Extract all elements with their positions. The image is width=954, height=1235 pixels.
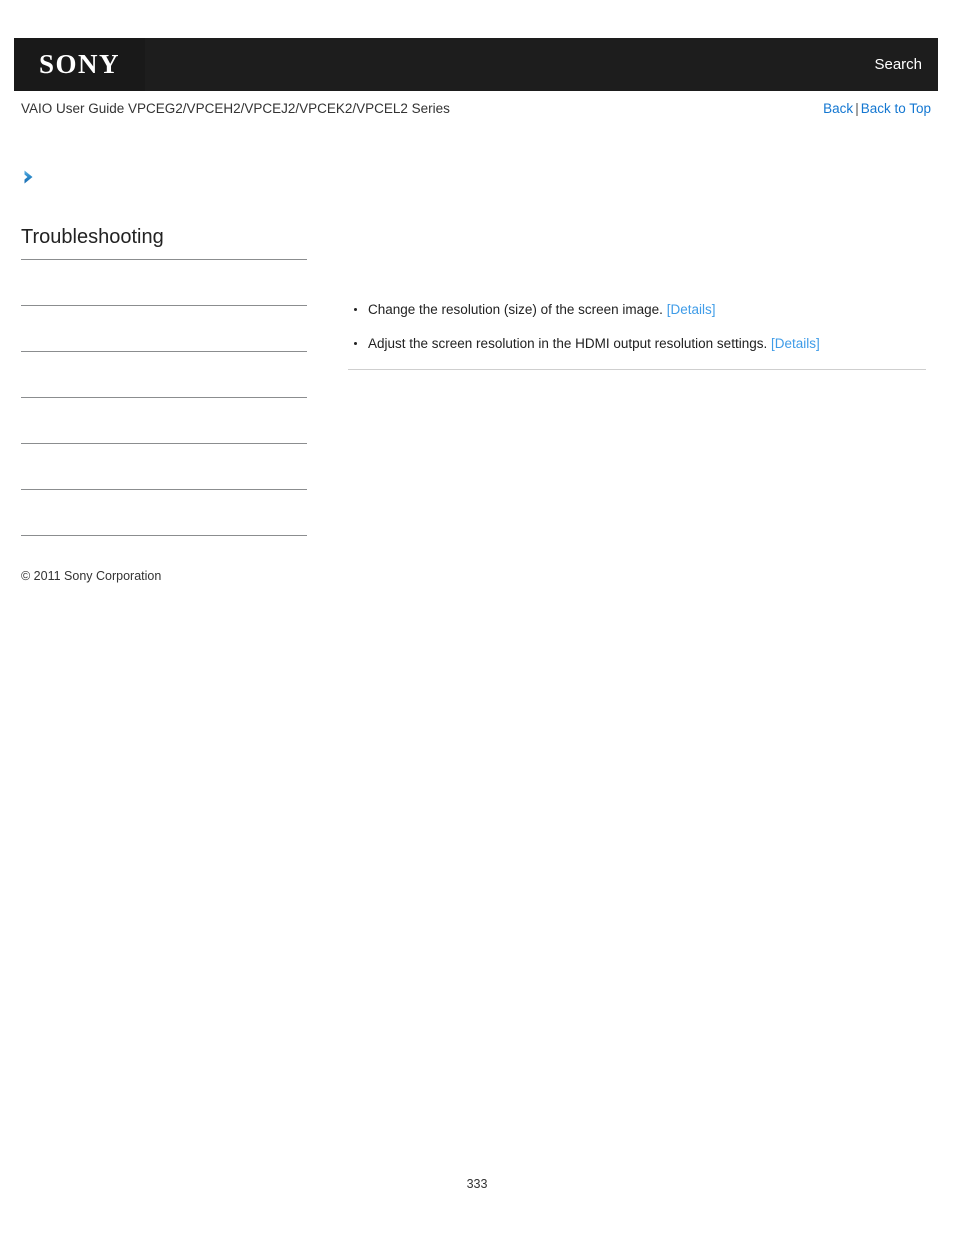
search-link[interactable]: Search — [874, 56, 922, 73]
sidebar-item-5[interactable] — [21, 444, 307, 490]
solution-bullet-list: Change the resolution (size) of the scre… — [348, 300, 926, 353]
sidebar: Troubleshooting — [21, 168, 311, 536]
sidebar-item-2[interactable] — [21, 306, 307, 352]
details-link[interactable]: [Details] — [667, 302, 716, 317]
nav-separator: | — [855, 101, 859, 116]
sidebar-item-4[interactable] — [21, 398, 307, 444]
page-title: VAIO User Guide VPCEG2/VPCEH2/VPCEJ2/VPC… — [21, 101, 450, 116]
bullet-text: Change the resolution (size) of the scre… — [368, 302, 663, 317]
sidebar-nav-list — [21, 260, 307, 536]
sony-logo-text: SONY — [38, 49, 120, 79]
chevron-right-icon[interactable] — [21, 168, 39, 186]
bullet-text: Adjust the screen resolution in the HDMI… — [368, 335, 768, 351]
sidebar-item-1[interactable] — [21, 260, 307, 306]
content-divider — [348, 369, 926, 371]
sidebar-item-6[interactable] — [21, 490, 307, 536]
page-number: 333 — [466, 1177, 488, 1191]
back-to-top-link[interactable]: Back to Top — [861, 101, 931, 116]
main-content: Change the resolution (size) of the scre… — [348, 300, 926, 378]
guide-title-row: VAIO User Guide VPCEG2/VPCEH2/VPCEJ2/VPC… — [21, 101, 931, 116]
list-item: Adjust the screen resolution in the HDMI… — [348, 334, 926, 354]
copyright-notice: © 2011 Sony Corporation — [21, 569, 162, 583]
list-item: Change the resolution (size) of the scre… — [348, 300, 926, 320]
header-nav-links: Back | Back to Top — [823, 101, 931, 116]
sony-logo[interactable]: SONY — [14, 38, 145, 91]
sidebar-item-3[interactable] — [21, 352, 307, 398]
sidebar-heading: Troubleshooting — [21, 226, 307, 260]
back-link[interactable]: Back — [823, 101, 853, 116]
details-link[interactable]: [Details] — [771, 336, 820, 351]
site-header: SONY Search — [14, 38, 938, 91]
